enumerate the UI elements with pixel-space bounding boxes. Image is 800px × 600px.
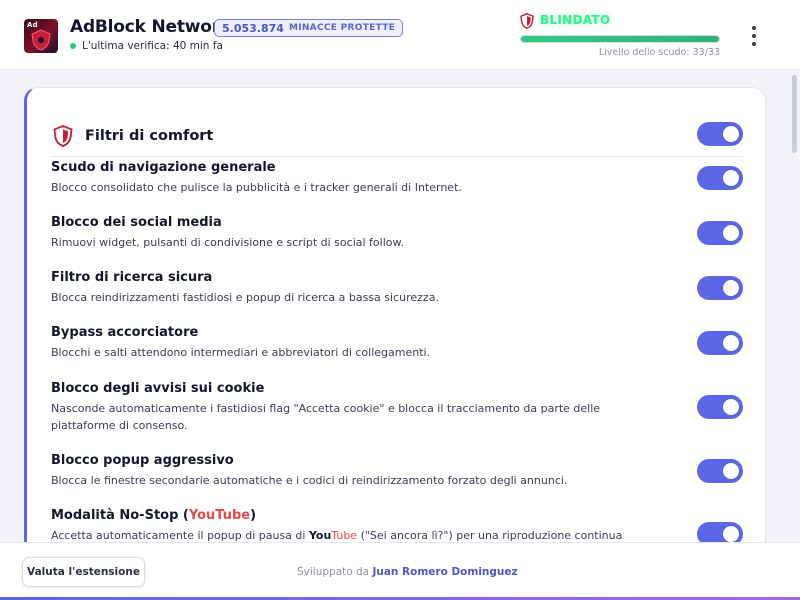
youtube-you: You <box>308 529 332 542</box>
last-check-text: L'ultima verifica: 40 min fa <box>82 40 223 52</box>
card-title: Filtri di comfort <box>85 128 214 144</box>
setting-general-navigation-shield: Scudo di navigazione generale Blocco con… <box>51 160 743 196</box>
setting-title: Filtro di ricerca sicura <box>51 270 213 285</box>
setting-description: Accetta automaticamente il popup di paus… <box>51 527 626 542</box>
setting-description: Nasconde automaticamente i fastidiosi fl… <box>51 402 601 432</box>
desc-prefix: Accetta automaticamente il popup di paus… <box>51 529 309 542</box>
shield-icon <box>520 13 534 29</box>
toggle-social-media-block[interactable] <box>697 221 743 245</box>
threats-protected-badge: 5.053.874 MINACCE PROTETTE <box>214 19 404 37</box>
shield-status-label: BLINDATO <box>540 13 611 27</box>
shield-icon <box>53 125 73 147</box>
rate-extension-button[interactable]: Valuta l'estensione <box>22 557 145 587</box>
developer-credit: Sviluppato da Juan Romero Dominguez <box>297 566 518 578</box>
toggle-knob <box>723 335 739 351</box>
setting-description: Blocchi e salti attendono intermediari e… <box>51 346 431 359</box>
app-title: AdBlock Network <box>70 17 232 37</box>
setting-aggressive-popup-block: Blocco popup aggressivo Blocca le finest… <box>51 453 743 489</box>
developer-name-link[interactable]: Juan Romero Dominguez <box>372 566 517 578</box>
toggle-cookie-notice-block[interactable] <box>697 395 743 419</box>
youtube-tube: Tube <box>215 508 251 523</box>
title-prefix: Modalità No-Stop ( <box>51 508 189 523</box>
more-vertical-icon[interactable] <box>744 24 764 48</box>
threat-label: MINACCE PROTETTE <box>288 23 396 33</box>
comfort-filters-card: Filtri di comfort Scudo di navigazione g… <box>24 87 766 542</box>
status-dot-icon <box>70 43 76 49</box>
toggle-knob <box>723 463 739 479</box>
shield-level-progress-fill <box>521 36 719 42</box>
setting-description: Blocca reindirizzamenti fastidiosi e pop… <box>51 291 439 304</box>
footer: Valuta l'estensione Sviluppato da Juan R… <box>0 542 800 600</box>
toggle-no-stop-mode-youtube[interactable] <box>697 522 743 542</box>
youtube-tube: Tube <box>331 529 358 542</box>
setting-no-stop-mode-youtube: Modalità No-Stop (YouTube) Accetta autom… <box>51 508 743 542</box>
setting-description: Blocca le finestre secondarie automatich… <box>51 474 568 487</box>
setting-title: Modalità No-Stop (YouTube) <box>51 508 743 523</box>
setting-title: Bypass accorciatore <box>51 325 199 340</box>
setting-title: Scudo di navigazione generale <box>51 160 276 175</box>
setting-social-media-block: Blocco dei social media Rimuovi widget, … <box>51 215 743 251</box>
threat-count: 5.053.874 <box>222 21 284 35</box>
toggle-knob <box>723 170 739 186</box>
logo-shield-icon <box>31 29 51 51</box>
app-logo: Ad <box>24 19 58 53</box>
scrollbar-thumb[interactable] <box>792 75 797 153</box>
setting-description: Blocco consolidato che pulisce la pubbli… <box>51 181 462 194</box>
toggle-aggressive-popup-block[interactable] <box>697 459 743 483</box>
shield-level-progress <box>520 35 720 43</box>
header: Ad AdBlock Network 5.053.874 MINACCE PRO… <box>0 0 800 70</box>
youtube-you: You <box>188 508 216 523</box>
toggle-knob <box>723 225 739 241</box>
toggle-general-navigation-shield[interactable] <box>697 166 743 190</box>
setting-title: Blocco popup aggressivo <box>51 453 234 468</box>
setting-shortener-bypass: Bypass accorciatore Blocchi e salti atte… <box>51 325 743 361</box>
setting-description: Rimuovi widget, pulsanti di condivisione… <box>51 236 404 249</box>
setting-safe-search-filter: Filtro di ricerca sicura Blocca reindiri… <box>51 270 743 306</box>
title-suffix: ) <box>250 508 257 523</box>
divider <box>51 156 743 157</box>
toggle-knob <box>723 526 739 542</box>
toggle-knob <box>723 399 739 415</box>
toggle-knob <box>723 280 739 296</box>
toggle-shortener-bypass[interactable] <box>697 331 743 355</box>
comfort-filters-master-toggle[interactable] <box>697 122 743 146</box>
toggle-safe-search-filter[interactable] <box>697 276 743 300</box>
shield-level-text: Livello dello scudo: 33/33 <box>598 47 720 58</box>
developer-credit-prefix: Sviluppato da <box>297 566 373 578</box>
toggle-knob <box>723 126 739 142</box>
setting-cookie-notice-block: Blocco degli avvisi sui cookie Nasconde … <box>51 381 743 434</box>
settings-scroll-area[interactable]: Filtri di comfort Scudo di navigazione g… <box>0 71 800 542</box>
scrollbar[interactable] <box>790 71 800 542</box>
setting-title: Blocco degli avvisi sui cookie <box>51 381 265 396</box>
logo-text: Ad <box>27 21 38 29</box>
setting-title: Blocco dei social media <box>51 215 222 230</box>
